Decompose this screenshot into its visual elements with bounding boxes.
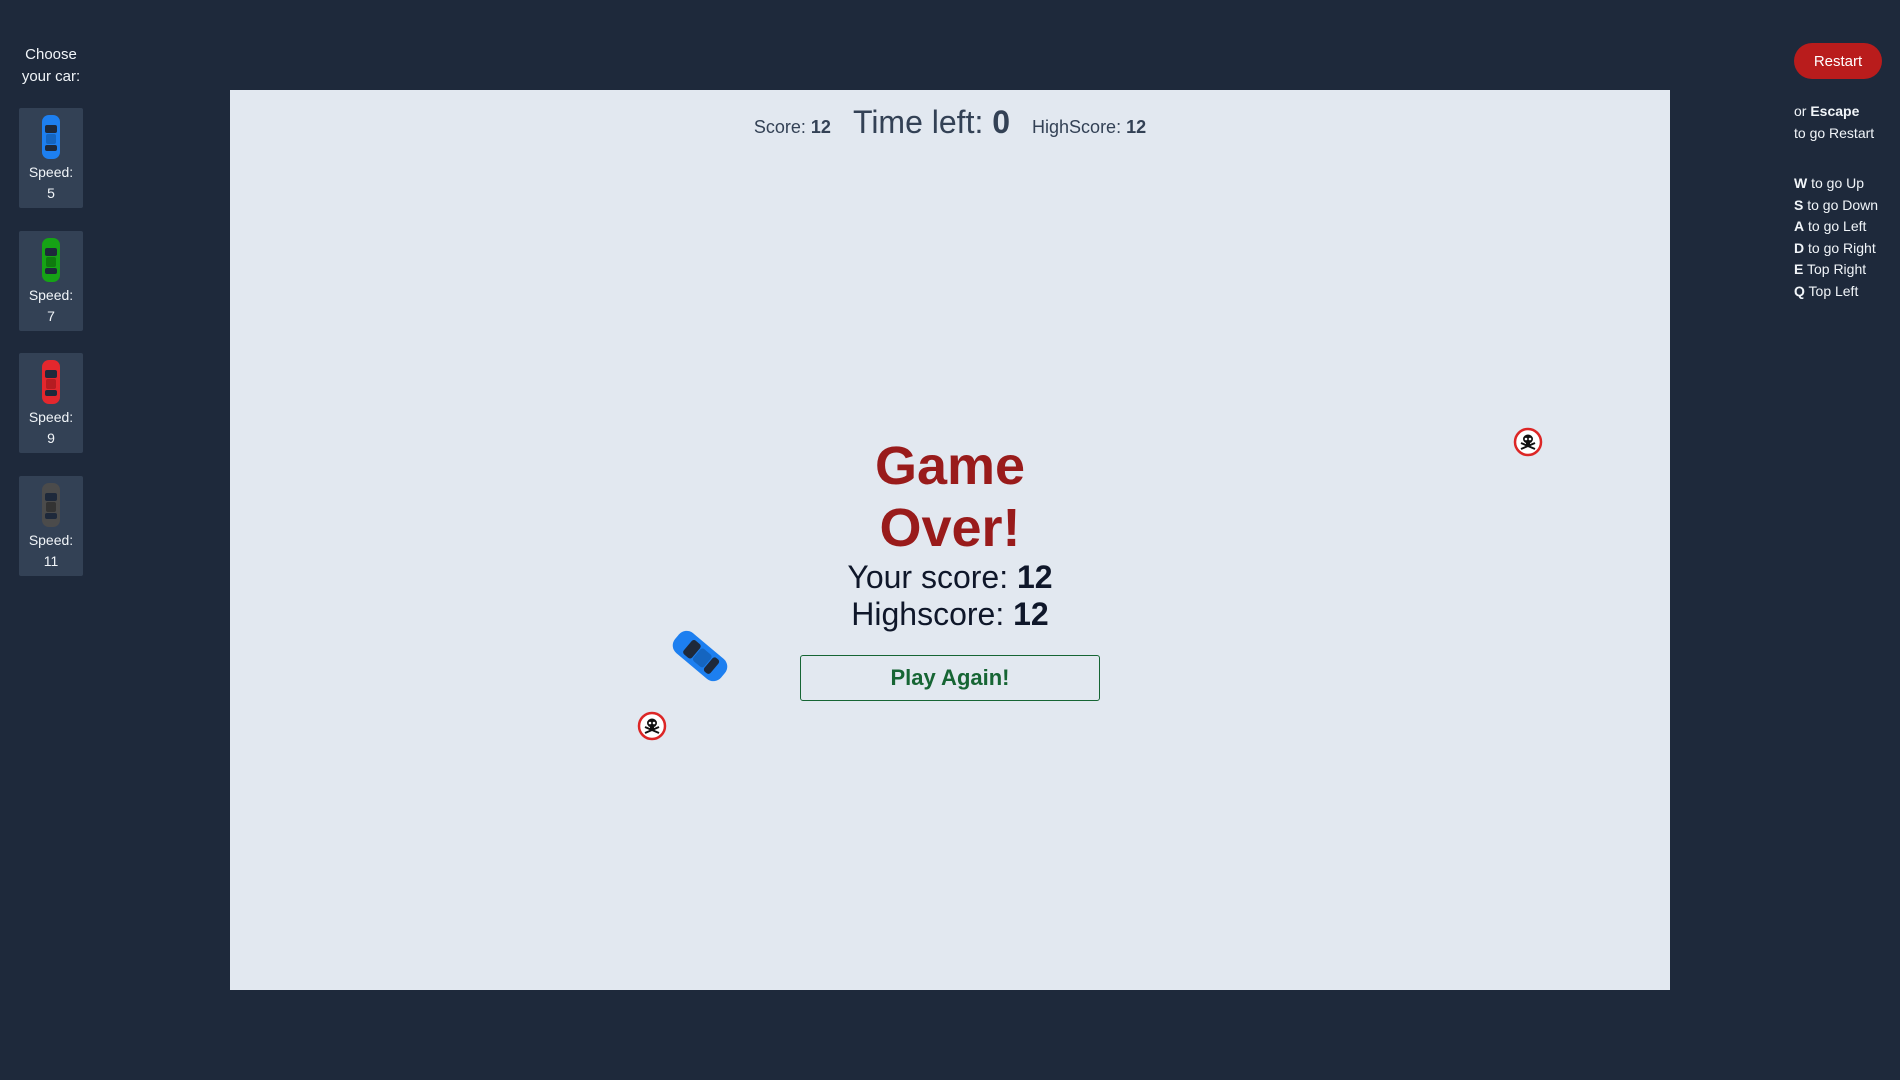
- skull-crossbones-icon: [637, 711, 667, 741]
- escape-key: Escape: [1810, 103, 1860, 119]
- key-binding-item: A to go Left: [1794, 218, 1867, 234]
- red-car-icon: [42, 360, 60, 404]
- game-over-panel: Game Over! Your score: 12 Highscore: 12 …: [800, 435, 1100, 701]
- car-speed-value: 7: [47, 308, 55, 324]
- key-binding-item: E Top Right: [1794, 261, 1867, 277]
- your-score-line: Your score: 12: [847, 559, 1053, 595]
- play-again-button[interactable]: Play Again!: [800, 655, 1100, 701]
- car-chooser-title: Choose your car:: [10, 44, 92, 88]
- restart-button[interactable]: Restart: [1794, 43, 1882, 79]
- game-board[interactable]: Score: 12 Time left: 0 HighScore: 12 Gam…: [230, 90, 1670, 990]
- car-option-blue[interactable]: Speed: 5: [19, 108, 83, 208]
- final-highscore-value: 12: [1013, 596, 1049, 632]
- time-left-value: 0: [992, 104, 1011, 140]
- car-speed-label: Speed:: [28, 532, 74, 548]
- time-left-display: Time left: 0: [852, 104, 1011, 140]
- hud: Score: 12 Time left: 0 HighScore: 12: [230, 104, 1670, 141]
- score-display: Score: 12: [753, 117, 831, 137]
- highscore-line: Highscore: 12: [851, 596, 1049, 632]
- escape-hint: or Escape to go Restart: [1794, 101, 1874, 144]
- your-score-value: 12: [1016, 559, 1053, 595]
- key-bindings-list: W to go Up S to go Down A to go Left D t…: [1794, 173, 1878, 302]
- game-over-title: Game Over!: [874, 436, 1026, 558]
- car-option-black[interactable]: Speed: 11: [19, 476, 83, 576]
- car-speed-label: Speed:: [28, 287, 74, 303]
- key-binding-item: D to go Right: [1794, 239, 1876, 256]
- escape-hint-suffix: to go Restart: [1794, 124, 1875, 141]
- blue-car-icon: [672, 630, 728, 682]
- car-speed-value: 11: [43, 553, 59, 569]
- car-speed-value: 5: [47, 185, 55, 201]
- highscore-value: 12: [1126, 117, 1147, 137]
- highscore-display: HighScore: 12: [1032, 117, 1147, 137]
- car-option-green[interactable]: Speed: 7: [19, 231, 83, 331]
- score-value: 12: [810, 117, 831, 137]
- car-chooser-title-line1: Choose: [25, 46, 77, 63]
- escape-hint-prefix: or: [1794, 103, 1811, 119]
- car-speed-label: Speed:: [28, 409, 74, 425]
- key-binding-item: W to go Up: [1794, 175, 1865, 191]
- blue-car-icon: [42, 115, 60, 159]
- car-speed-value: 9: [47, 430, 55, 446]
- green-car-icon: [42, 238, 60, 282]
- key-binding-item: S to go Down: [1794, 196, 1879, 213]
- key-binding-item: Q Top Left: [1794, 282, 1859, 299]
- black-car-icon: [42, 483, 60, 527]
- car-option-red[interactable]: Speed: 9: [19, 353, 83, 453]
- car-speed-label: Speed:: [28, 164, 74, 180]
- car-chooser-title-line2: your car:: [21, 68, 81, 85]
- skull-crossbones-icon: [1513, 427, 1543, 457]
